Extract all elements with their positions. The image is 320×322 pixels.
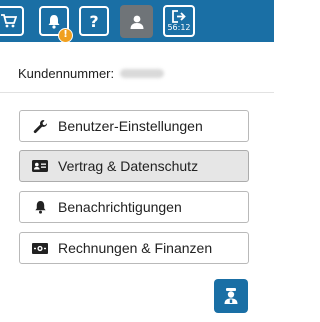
question-icon: ? [89,11,99,31]
wrench-icon [32,118,48,134]
bell-icon [32,199,48,215]
support-agent-icon [224,288,238,304]
notification-badge: ! [58,28,73,43]
invoices-finances-button[interactable]: Rechnungen & Finanzen [19,232,249,264]
notifications-settings-button[interactable]: Benachrichtigungen [19,191,249,223]
top-navigation-bar: ? 56:12 [0,0,274,42]
money-bill-icon [32,240,48,256]
cart-icon [1,14,17,28]
account-button[interactable] [120,5,153,38]
logout-button[interactable]: 56:12 [163,5,195,37]
session-timer: 56:12 [167,23,191,32]
id-card-icon [32,158,48,174]
contract-privacy-button[interactable]: Vertrag & Datenschutz [19,150,249,182]
cart-button[interactable] [0,6,24,36]
invoices-finances-label: Rechnungen & Finanzen [58,240,213,256]
customer-number-label: Kundennummer: [18,66,115,81]
divider [0,92,274,93]
help-button[interactable]: ? [79,6,109,36]
bell-icon [48,14,60,29]
user-icon [130,15,143,29]
customer-number-row: Kundennummer: [18,66,165,81]
user-settings-label: Benutzer-Einstellungen [58,118,203,134]
logout-icon [171,10,186,23]
dropdown-caret [130,42,144,49]
customer-number-redacted [120,69,165,78]
notifications-settings-label: Benachrichtigungen [58,199,182,215]
user-settings-button[interactable]: Benutzer-Einstellungen [19,110,249,142]
support-agent-button[interactable] [214,279,248,313]
contract-privacy-label: Vertrag & Datenschutz [58,158,199,174]
